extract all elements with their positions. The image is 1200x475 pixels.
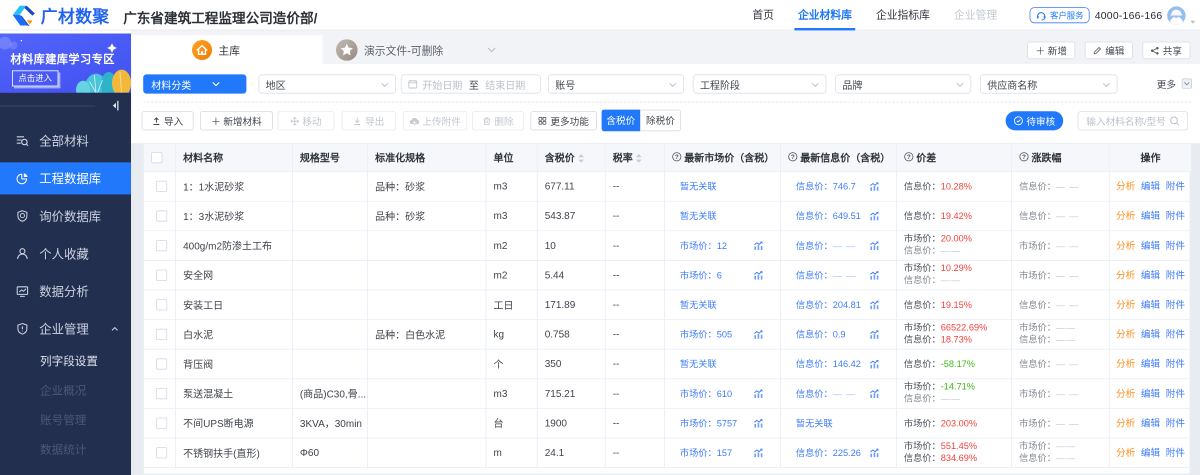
svg-text:?: ?: [791, 154, 795, 161]
svg-text:?: ?: [675, 154, 679, 161]
svg-text:?: ?: [907, 154, 911, 161]
svg-text:?: ?: [1022, 154, 1026, 161]
